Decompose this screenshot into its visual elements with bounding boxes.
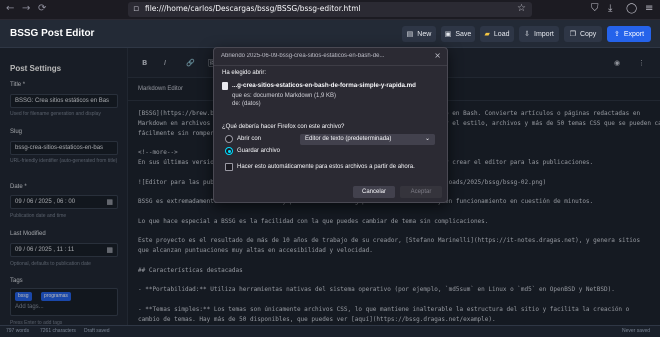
save-icon: ▣ [444, 31, 452, 38]
new-button-label: New [417, 30, 432, 38]
export-button-label: Export [623, 30, 645, 38]
bookmark-star-icon[interactable]: ☆ [517, 3, 526, 14]
export-icon: ⇪ [613, 31, 620, 38]
save-file-label[interactable]: Guardar archivo [237, 148, 280, 154]
cancel-button[interactable]: Cancelar [353, 186, 395, 198]
new-file-icon: ▤ [406, 31, 414, 38]
forward-icon[interactable]: → [22, 3, 30, 14]
question-label: ¿Qué debería hacer Firefox con este arch… [222, 124, 345, 130]
copy-button-label: Copy [579, 30, 597, 38]
back-icon[interactable]: ← [6, 3, 14, 14]
accept-button[interactable]: Aceptar [400, 186, 442, 198]
file-source: de: (datos) [232, 101, 261, 107]
download-icon[interactable]: ⤓ [608, 3, 612, 14]
save-button-label: Save [455, 30, 472, 38]
browser-toolbar: ← → ⟳ ▫ file:///home/carlos/Descargas/bs… [0, 0, 660, 20]
shield-icon[interactable]: ⛉ [591, 3, 599, 14]
draft-status: Draft saved [84, 328, 110, 334]
save-file-radio[interactable] [225, 147, 233, 155]
application-select[interactable]: Editor de texto (predeterminada) ⌄ [300, 134, 435, 145]
chosen-label: Ha elegido abrir: [222, 70, 267, 76]
folder-icon: ▰ [484, 31, 490, 38]
load-button[interactable]: ▰ Load [480, 26, 514, 42]
reload-icon[interactable]: ⟳ [38, 3, 46, 14]
file-icon [222, 82, 228, 90]
copy-button[interactable]: ❐ Copy [564, 26, 602, 42]
open-with-radio[interactable] [225, 135, 233, 143]
url-text: file:///home/carlos/Descargas/bssg/BSSG/… [145, 4, 361, 13]
load-button-label: Load [493, 30, 510, 38]
word-count: 797 words [6, 328, 30, 334]
file-type: que es: documento Markdown (1,9 KB) [232, 93, 337, 99]
save-button[interactable]: ▣ Save [441, 26, 475, 42]
char-count: 7261 characters [40, 328, 76, 334]
copy-icon: ❐ [569, 31, 576, 38]
account-icon[interactable]: ◯ [626, 3, 637, 14]
import-button-label: Import [534, 30, 554, 38]
new-button[interactable]: ▤ New [402, 26, 436, 42]
status-bar: 797 words 7261 characters Draft saved Ne… [0, 325, 660, 337]
app-header: BSSG Post Editor + ▤ New ▣ Save ▰ Load ⇩… [0, 20, 660, 48]
export-button[interactable]: ⇪ Export [607, 26, 651, 42]
menu-icon[interactable]: ≡ [645, 3, 653, 14]
import-button[interactable]: ⇩ Import [519, 26, 559, 42]
open-file-dialog: Abriendo 2025-06-09-bssg-crea-sitios-est… [213, 47, 448, 203]
auto-label[interactable]: Hacer esto automáticamente para estos ar… [237, 164, 415, 170]
dialog-title: Abriendo 2025-06-09-bssg-crea-sitios-est… [221, 53, 385, 59]
open-with-label[interactable]: Abrir con [237, 136, 261, 142]
app-title: BSSG Post Editor [10, 28, 95, 39]
divider [214, 65, 447, 66]
auto-checkbox[interactable] [225, 163, 233, 171]
chevron-down-icon: ⌄ [424, 136, 430, 142]
save-status: Never saved [622, 328, 651, 334]
page-icon: ▫ [133, 4, 140, 14]
url-bar[interactable]: ▫ file:///home/carlos/Descargas/bssg/BSS… [128, 2, 532, 17]
application-value: Editor de texto (predeterminada) [305, 136, 392, 142]
file-name: ...g-crea-sitios-estaticos-en-bash-de-fo… [232, 82, 416, 89]
close-icon[interactable]: × [434, 51, 441, 60]
import-icon: ⇩ [524, 31, 531, 38]
